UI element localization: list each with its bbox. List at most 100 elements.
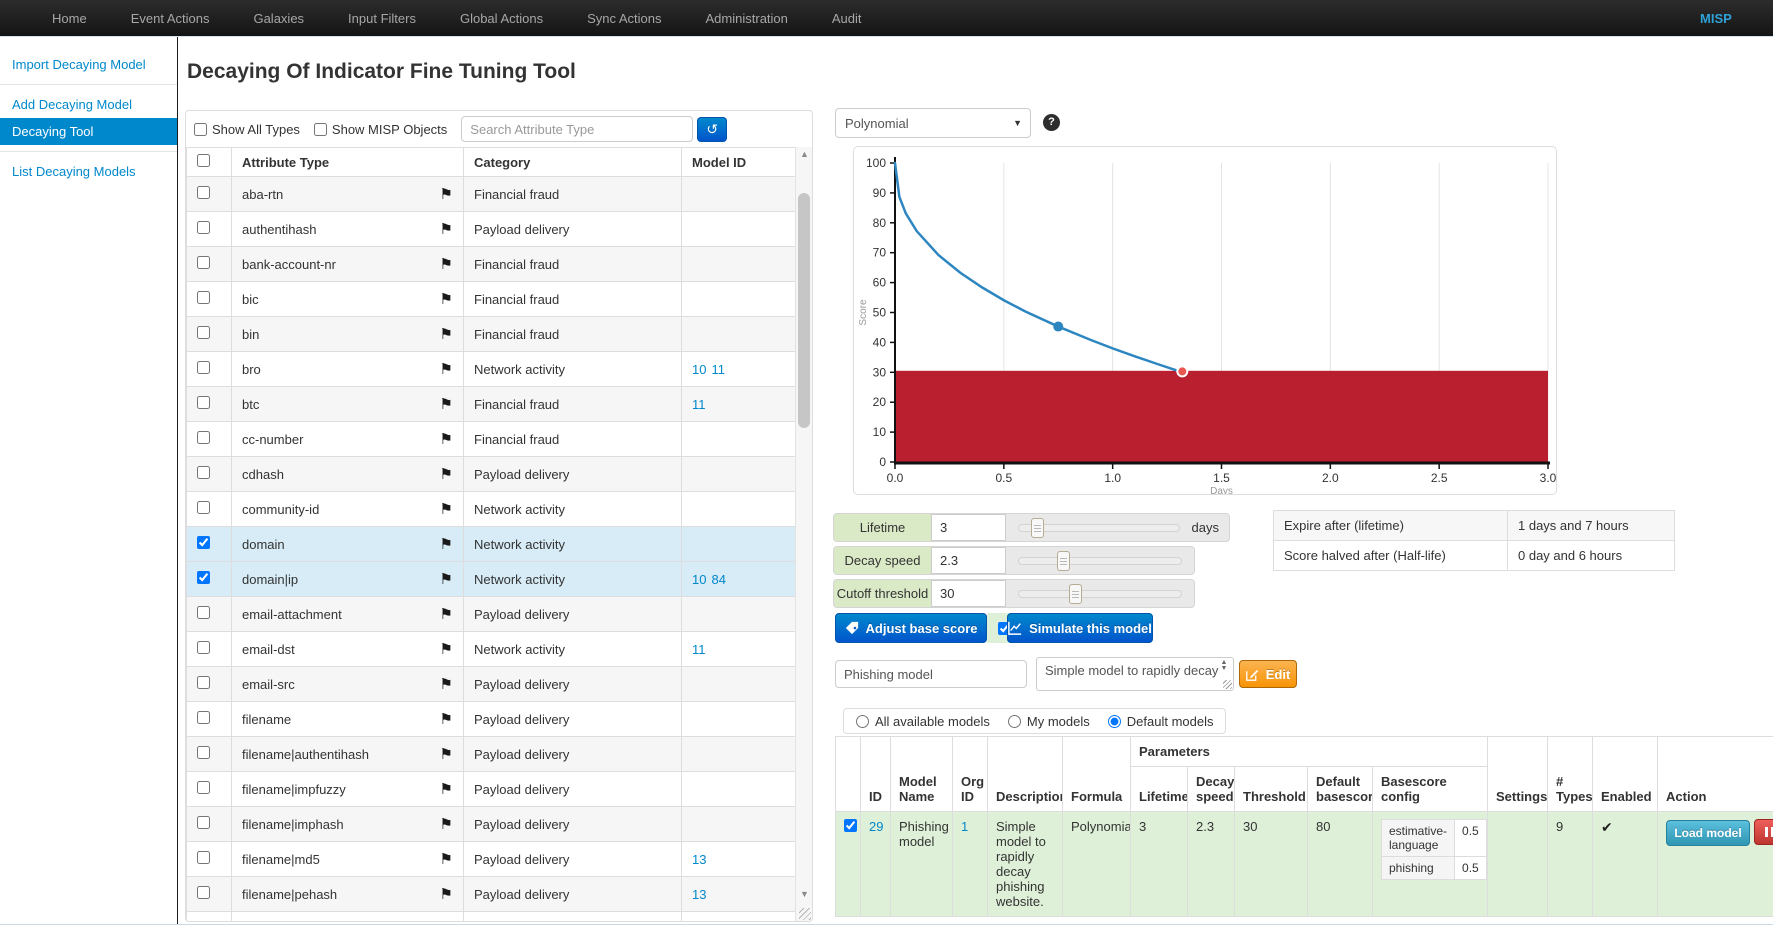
disable-model-button[interactable] (1754, 819, 1773, 845)
flag-icon[interactable]: ⚑ (440, 430, 453, 448)
model-name-input[interactable] (835, 660, 1027, 688)
flag-icon[interactable]: ⚑ (440, 920, 453, 922)
decay-speed-slider[interactable] (1018, 547, 1182, 574)
flag-icon[interactable]: ⚑ (440, 500, 453, 518)
row-checkbox[interactable] (197, 221, 210, 234)
edit-model-button[interactable]: Edit (1239, 660, 1297, 688)
row-checkbox[interactable] (197, 466, 210, 479)
row-checkbox[interactable] (197, 711, 210, 724)
sidebar-item-decaying-tool[interactable]: Decaying Tool (0, 118, 177, 145)
model-id-link[interactable]: 13 (692, 887, 706, 902)
flag-icon[interactable]: ⚑ (440, 570, 453, 588)
flag-icon[interactable]: ⚑ (440, 815, 453, 833)
row-checkbox[interactable] (197, 501, 210, 514)
adjust-base-score-button[interactable]: Adjust base score (835, 613, 987, 643)
row-checkbox[interactable] (197, 326, 210, 339)
cutoff-threshold-slider[interactable] (1018, 580, 1182, 607)
model-description-textarea[interactable]: Simple model to rapidly decay (1036, 657, 1234, 691)
model-id-link[interactable]: 10 (692, 572, 706, 587)
row-checkbox[interactable] (197, 886, 210, 899)
lifetime-slider[interactable] (1018, 514, 1180, 541)
panel-resize-grip[interactable] (799, 908, 811, 920)
nav-item-event-actions[interactable]: Event Actions (109, 0, 232, 37)
show-misp-objects-checkbox[interactable]: Show MISP Objects (314, 122, 447, 137)
flag-icon[interactable]: ⚑ (440, 465, 453, 483)
model-id-link[interactable]: 29 (869, 819, 883, 834)
model-id-link[interactable]: 11 (692, 397, 706, 412)
sidebar-item-import-decaying-model[interactable]: Import Decaying Model (0, 51, 177, 78)
flag-icon[interactable]: ⚑ (440, 220, 453, 238)
model-id-link[interactable]: 11 (692, 642, 706, 657)
select-all-checkbox[interactable] (197, 154, 210, 167)
flag-icon[interactable]: ⚑ (440, 255, 453, 273)
sidebar-item-list-decaying-models[interactable]: List Decaying Models (0, 158, 177, 185)
radio-input[interactable] (856, 715, 869, 728)
model-id-link[interactable]: 84 (711, 572, 725, 587)
row-checkbox[interactable] (197, 641, 210, 654)
model-id-link[interactable]: 11 (711, 362, 725, 377)
row-checkbox[interactable] (197, 816, 210, 829)
flag-icon[interactable]: ⚑ (440, 850, 453, 868)
row-checkbox[interactable] (197, 396, 210, 409)
row-checkbox[interactable] (197, 781, 210, 794)
sidebar-item-add-decaying-model[interactable]: Add Decaying Model (0, 91, 177, 118)
nav-item-sync-actions[interactable]: Sync Actions (565, 0, 683, 37)
lifetime-input[interactable] (931, 514, 1006, 541)
slider-handle[interactable] (1031, 518, 1044, 538)
spinner-icon[interactable]: ▲▼ (1217, 660, 1231, 672)
textarea-resize-grip[interactable] (1223, 680, 1232, 689)
row-checkbox[interactable] (197, 256, 210, 269)
flag-icon[interactable]: ⚑ (440, 885, 453, 903)
model-filter-all-available-models[interactable]: All available models (856, 714, 990, 729)
load-model-button[interactable]: Load model (1666, 820, 1750, 846)
model-filter-my-models[interactable]: My models (1008, 714, 1090, 729)
row-checkbox[interactable] (197, 291, 210, 304)
simulate-model-button[interactable]: Simulate this model (1007, 613, 1153, 643)
row-checkbox[interactable] (197, 431, 210, 444)
decay-chart[interactable]: 01020304050607080901000.00.51.01.52.02.5… (854, 147, 1556, 494)
flag-icon[interactable]: ⚑ (440, 290, 453, 308)
row-checkbox[interactable] (197, 676, 210, 689)
show-misp-objects-input[interactable] (314, 123, 327, 136)
row-checkbox[interactable] (197, 536, 210, 549)
model-filter-default-models[interactable]: Default models (1108, 714, 1214, 729)
slider-track[interactable] (1018, 590, 1182, 598)
row-checkbox[interactable] (197, 746, 210, 759)
model-id-link[interactable]: 13 (692, 852, 706, 867)
slider-handle[interactable] (1069, 584, 1082, 604)
nav-item-administration[interactable]: Administration (684, 0, 810, 37)
flag-icon[interactable]: ⚑ (440, 640, 453, 658)
org-id-link[interactable]: 1 (961, 819, 968, 834)
nav-item-input-filters[interactable]: Input Filters (326, 0, 438, 37)
radio-input[interactable] (1008, 715, 1021, 728)
search-attribute-input[interactable] (461, 116, 693, 142)
misp-brand[interactable]: MISP (1700, 0, 1732, 37)
row-checkbox[interactable] (197, 606, 210, 619)
nav-item-galaxies[interactable]: Galaxies (231, 0, 326, 37)
flag-icon[interactable]: ⚑ (440, 325, 453, 343)
flag-icon[interactable]: ⚑ (440, 710, 453, 728)
show-all-types-checkbox[interactable]: Show All Types (194, 122, 300, 137)
flag-icon[interactable]: ⚑ (440, 745, 453, 763)
table-scrollbar[interactable]: ▲ ▼ (795, 147, 812, 922)
nav-item-global-actions[interactable]: Global Actions (438, 0, 565, 37)
slider-handle[interactable] (1057, 551, 1070, 571)
row-checkbox[interactable] (197, 851, 210, 864)
scroll-up-icon[interactable]: ▲ (796, 149, 813, 159)
row-checkbox[interactable] (197, 921, 210, 922)
row-checkbox[interactable] (197, 186, 210, 199)
formula-select[interactable]: Polynomial (835, 108, 1031, 138)
model-row-checkbox[interactable] (844, 819, 857, 832)
flag-icon[interactable]: ⚑ (440, 675, 453, 693)
flag-icon[interactable]: ⚑ (440, 360, 453, 378)
show-all-types-input[interactable] (194, 123, 207, 136)
refresh-button[interactable]: ↺ (697, 117, 727, 142)
row-checkbox[interactable] (197, 571, 210, 584)
slider-track[interactable] (1018, 557, 1182, 565)
flag-icon[interactable]: ⚑ (440, 605, 453, 623)
flag-icon[interactable]: ⚑ (440, 535, 453, 553)
radio-input[interactable] (1108, 715, 1121, 728)
flag-icon[interactable]: ⚑ (440, 780, 453, 798)
scroll-down-icon[interactable]: ▼ (796, 889, 813, 899)
cutoff-threshold-input[interactable] (931, 580, 1006, 607)
